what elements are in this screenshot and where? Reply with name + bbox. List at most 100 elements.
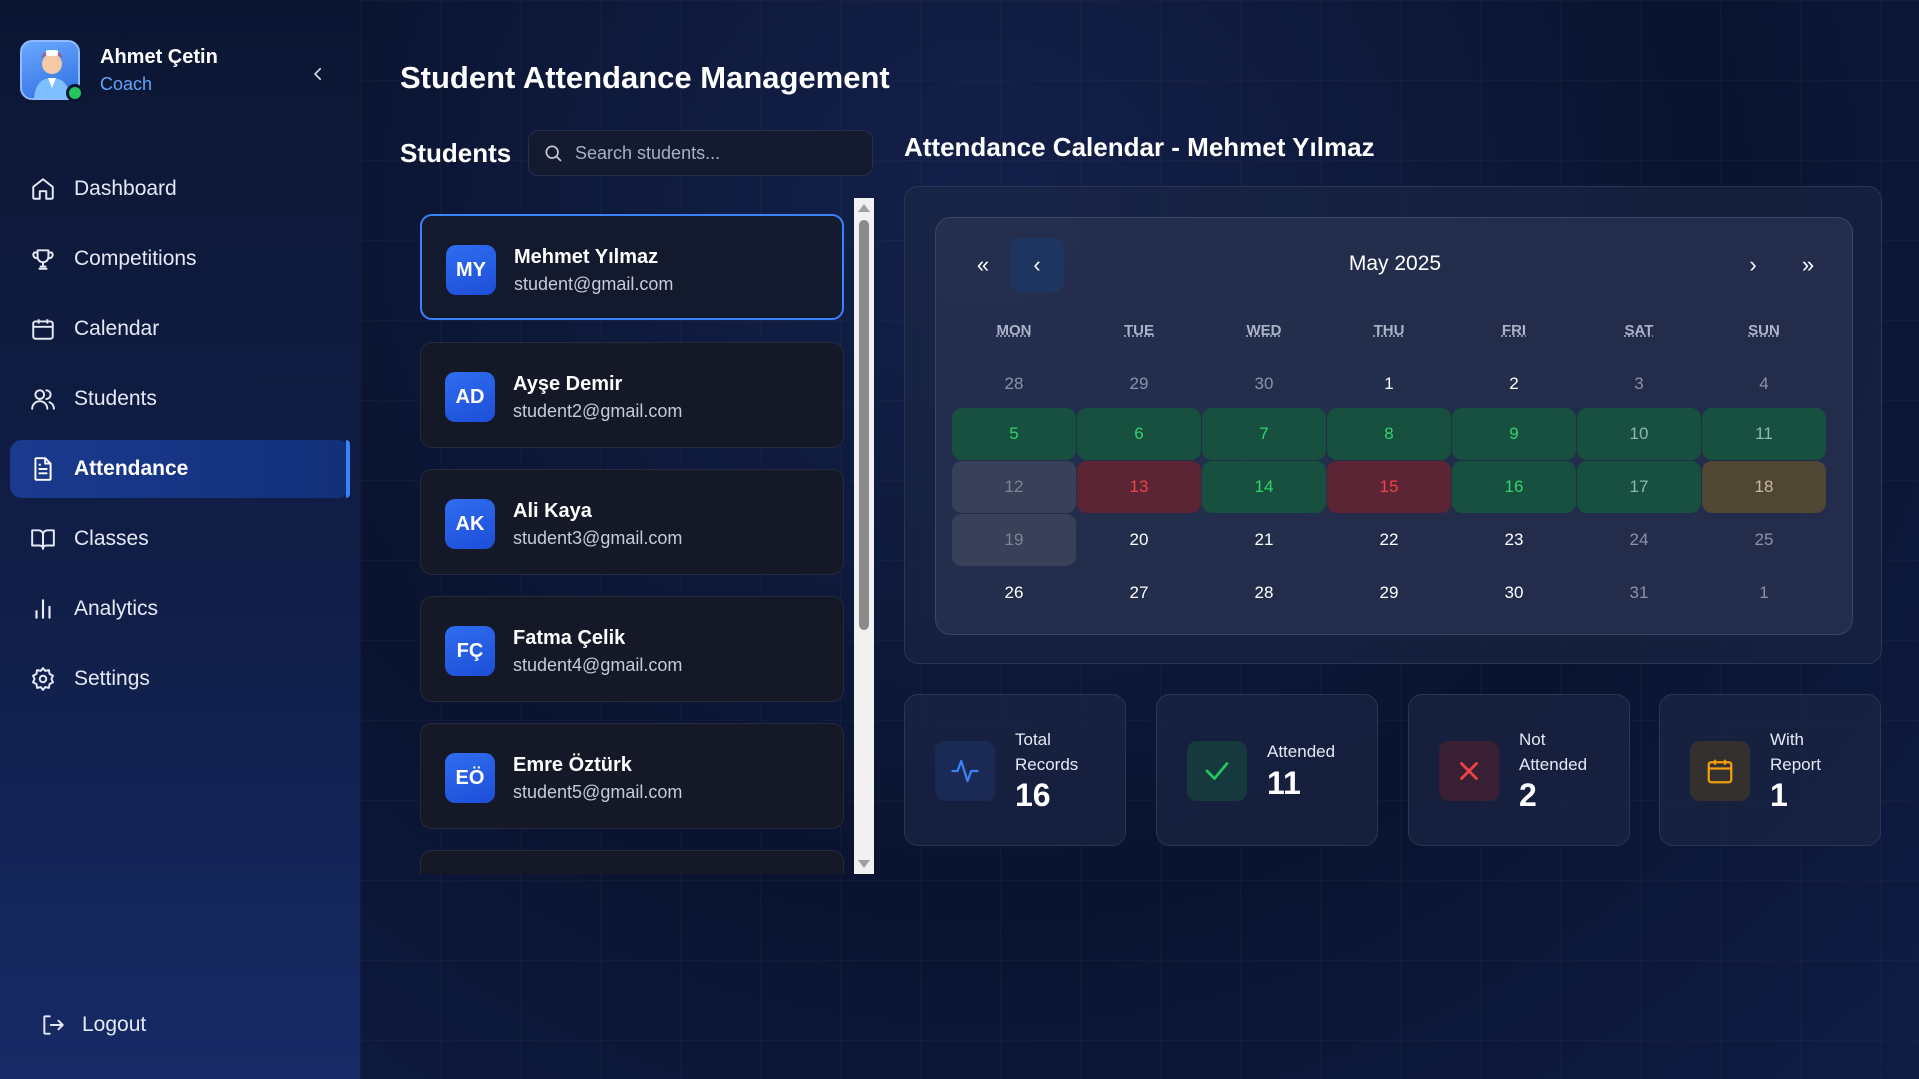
calendar-day[interactable]: 8 (1327, 408, 1451, 460)
student-avatar: AK (445, 499, 495, 549)
calendar-day[interactable]: 23 (1452, 514, 1576, 566)
student-list: MY Mehmet Yılmaz student@gmail.com AD Ay… (418, 214, 848, 874)
calendar-day[interactable]: 2 (1452, 358, 1576, 410)
search-box (528, 130, 873, 176)
calendar-day[interactable]: 12 (952, 461, 1076, 513)
sidebar-item-attendance[interactable]: Attendance (10, 440, 350, 498)
profile-name: Ahmet Çetin (100, 46, 218, 68)
calendar-day[interactable]: 25 (1702, 514, 1826, 566)
student-avatar: MY (446, 245, 496, 295)
next-month-button[interactable]: › (1726, 238, 1780, 292)
stat-label-line1: With (1770, 730, 1804, 749)
calendar-day[interactable]: 14 (1202, 461, 1326, 513)
scroll-thumb[interactable] (859, 220, 869, 630)
calendar-day[interactable]: 29 (1077, 358, 1201, 410)
calendar-day[interactable]: 7 (1202, 408, 1326, 460)
scroll-up-arrow[interactable] (858, 204, 870, 212)
stat-not-attended: Not Attended 2 (1408, 694, 1630, 846)
online-status-dot (66, 84, 84, 102)
search-icon (545, 145, 562, 162)
collapse-sidebar-button[interactable] (300, 56, 336, 92)
student-card-ali-kaya[interactable]: AK Ali Kaya student3@gmail.com (420, 469, 844, 575)
student-avatar: AD (445, 372, 495, 422)
calendar-day[interactable]: 15 (1327, 461, 1451, 513)
calendar-day[interactable]: 21 (1202, 514, 1326, 566)
main-content: Student Attendance Management Students M… (360, 0, 1919, 1079)
student-card-partial[interactable] (420, 850, 844, 874)
calendar-day[interactable]: 16 (1452, 461, 1576, 513)
calendar-day[interactable]: 24 (1577, 514, 1701, 566)
stat-label-line2: Attended (1519, 755, 1588, 774)
student-card-ayse-demir[interactable]: AD Ayşe Demir student2@gmail.com (420, 342, 844, 448)
stat-value: 11 (1267, 765, 1301, 801)
calendar-day[interactable]: 19 (952, 514, 1076, 566)
sidebar-item-label: Dashboard (74, 177, 177, 200)
stat-label: With Report (1770, 727, 1821, 777)
stat-value: 16 (1015, 777, 1051, 813)
calendar-day[interactable]: 1 (1702, 567, 1826, 619)
student-name: Mehmet Yılmaz (514, 246, 659, 268)
x-icon (1439, 741, 1499, 801)
sidebar-item-analytics[interactable]: Analytics (10, 580, 350, 638)
calendar-day[interactable]: 4 (1702, 358, 1826, 410)
student-email: student@gmail.com (514, 274, 674, 294)
calendar-day[interactable]: 13 (1077, 461, 1201, 513)
calendar-day[interactable]: 28 (1202, 567, 1326, 619)
student-card-fatma-celik[interactable]: FÇ Fatma Çelik student4@gmail.com (420, 596, 844, 702)
stat-with-report: With Report 1 (1659, 694, 1881, 846)
calendar-heading: Attendance Calendar - Mehmet Yılmaz (904, 132, 1375, 162)
chevron-left-icon (314, 67, 322, 81)
calendar-day[interactable]: 20 (1077, 514, 1201, 566)
calendar-day[interactable]: 3 (1577, 358, 1701, 410)
logout-button[interactable]: Logout (40, 1012, 146, 1038)
calendar-day[interactable]: 30 (1202, 358, 1326, 410)
calendar-day[interactable]: 27 (1077, 567, 1201, 619)
scroll-down-arrow[interactable] (858, 860, 870, 868)
student-name: Ali Kaya (513, 500, 592, 522)
sidebar-item-dashboard[interactable]: Dashboard (10, 160, 350, 218)
calendar-day[interactable]: 22 (1327, 514, 1451, 566)
student-email: student5@gmail.com (513, 782, 683, 802)
stat-label: Not Attended (1519, 727, 1587, 777)
student-avatar: FÇ (445, 626, 495, 676)
calendar-day[interactable]: 31 (1577, 567, 1701, 619)
search-input[interactable] (575, 142, 855, 164)
student-email: student3@gmail.com (513, 528, 683, 548)
calendar-day[interactable]: 29 (1327, 567, 1451, 619)
sidebar-item-settings[interactable]: Settings (10, 650, 350, 708)
student-card-mehmet-yilmaz[interactable]: MY Mehmet Yılmaz student@gmail.com (420, 214, 844, 320)
sidebar-item-calendar[interactable]: Calendar (10, 300, 350, 358)
book-icon (31, 529, 55, 550)
stat-attended: Attended 11 (1156, 694, 1378, 846)
calendar-day[interactable]: 18 (1702, 461, 1826, 513)
calendar-day[interactable]: 11 (1702, 408, 1826, 460)
profile-role: Coach (100, 74, 153, 94)
sidebar-item-students[interactable]: Students (10, 370, 350, 428)
calendar-icon (32, 319, 54, 340)
stat-value: 2 (1519, 777, 1537, 813)
sidebar-item-label: Settings (74, 667, 150, 690)
student-card-emre-ozturk[interactable]: EÖ Emre Öztürk student5@gmail.com (420, 723, 844, 829)
stat-label-line1: Not (1519, 730, 1546, 749)
calendar-day[interactable]: 30 (1452, 567, 1576, 619)
sidebar-item-classes[interactable]: Classes (10, 510, 350, 568)
weekday-header: SAT (1624, 322, 1654, 339)
calendar-panel: « ‹ May 2025 › » MON TUE WED THU FRI SAT SUN 28… (904, 186, 1882, 664)
weekday-header: WED (1246, 322, 1282, 339)
weekday-header: THU (1373, 322, 1405, 339)
sidebar-item-competitions[interactable]: Competitions (10, 230, 350, 288)
calendar-day[interactable]: 10 (1577, 408, 1701, 460)
student-name: Ayşe Demir (513, 373, 623, 395)
calendar-day[interactable]: 1 (1327, 358, 1451, 410)
calendar-day[interactable]: 9 (1452, 408, 1576, 460)
student-list-scrollbar[interactable] (854, 198, 874, 874)
logout-icon (43, 1015, 64, 1035)
student-avatar: EÖ (445, 753, 495, 803)
calendar-day[interactable]: 28 (952, 358, 1076, 410)
next-year-button[interactable]: » (1781, 238, 1835, 292)
calendar-day[interactable]: 17 (1577, 461, 1701, 513)
calendar-day[interactable]: 6 (1077, 408, 1201, 460)
calendar-day[interactable]: 26 (952, 567, 1076, 619)
stat-total-records: Total Records 16 (904, 694, 1126, 846)
calendar-day[interactable]: 5 (952, 408, 1076, 460)
